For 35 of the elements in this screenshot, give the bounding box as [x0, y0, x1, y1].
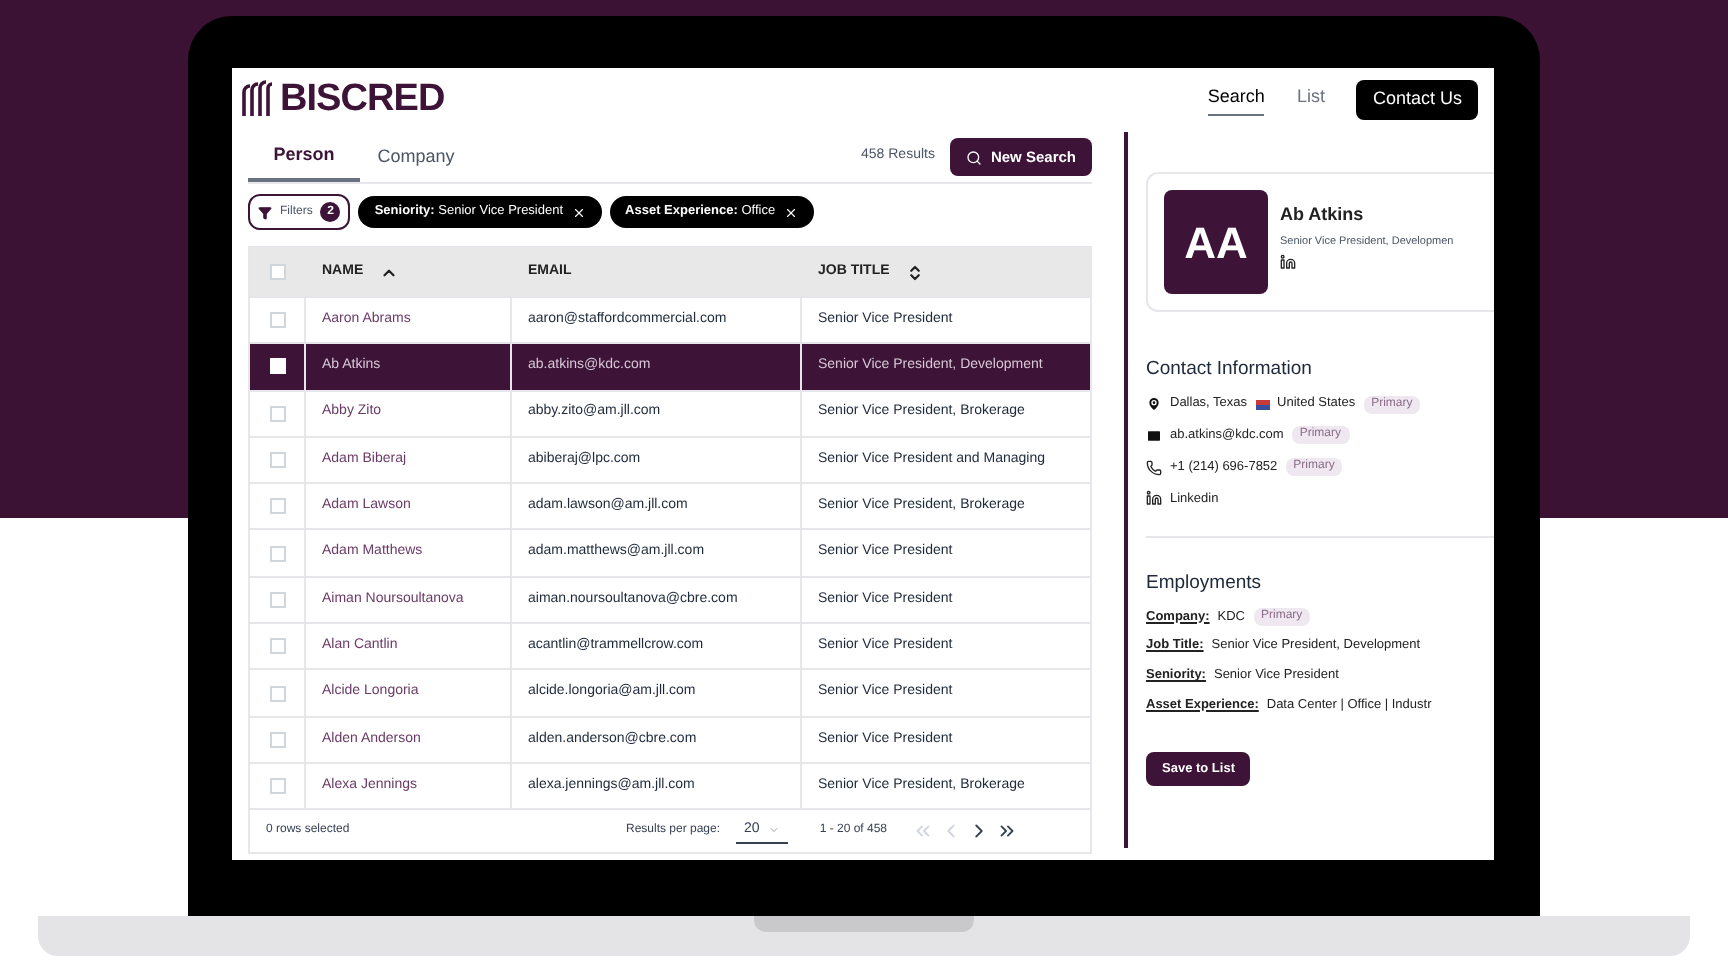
- mail-icon: [1146, 427, 1162, 444]
- contact-us-button[interactable]: Contact Us: [1356, 80, 1478, 120]
- row-checkbox[interactable]: [269, 731, 285, 748]
- flag-icon: [1255, 399, 1270, 410]
- row-checkbox[interactable]: [269, 545, 285, 562]
- select-all-checkbox[interactable]: [270, 264, 286, 280]
- row-checkbox[interactable]: [269, 498, 285, 515]
- row-checkbox[interactable]: [269, 638, 285, 655]
- row-checkbox[interactable]: [269, 312, 285, 329]
- linkedin-icon: [1146, 490, 1162, 507]
- row-checkbox[interactable]: [269, 591, 285, 608]
- row-checkbox[interactable]: [269, 778, 285, 795]
- nav-link[interactable]: Search: [1207, 83, 1265, 117]
- last-page-icon[interactable]: [995, 820, 1018, 843]
- filter-icon: [258, 205, 272, 219]
- row-checkbox[interactable]: [269, 405, 285, 422]
- section-heading: Employments: [1146, 570, 1264, 599]
- profile-name: Ab Atkins: [1280, 202, 1366, 228]
- close-icon[interactable]: [571, 205, 586, 219]
- row-checkbox[interactable]: [269, 452, 285, 469]
- phone-icon: [1146, 459, 1162, 476]
- close-icon[interactable]: [783, 205, 798, 219]
- logo-icon: [240, 80, 276, 120]
- section-heading: Contact Information: [1146, 356, 1314, 384]
- avatar-initials: AA: [1164, 190, 1268, 294]
- row-checkbox[interactable]: [269, 685, 285, 702]
- nav-link[interactable]: List: [1296, 83, 1325, 117]
- search-icon: [966, 149, 983, 165]
- sort-icon[interactable]: [905, 263, 924, 281]
- linkedin-icon[interactable]: [1280, 253, 1296, 270]
- chevron-down-icon: [767, 824, 780, 837]
- map-pin-icon: [1146, 396, 1162, 413]
- tab[interactable]: Person: [248, 132, 360, 182]
- brand-name: BISCRED: [280, 75, 445, 124]
- tab[interactable]: Company: [360, 132, 472, 182]
